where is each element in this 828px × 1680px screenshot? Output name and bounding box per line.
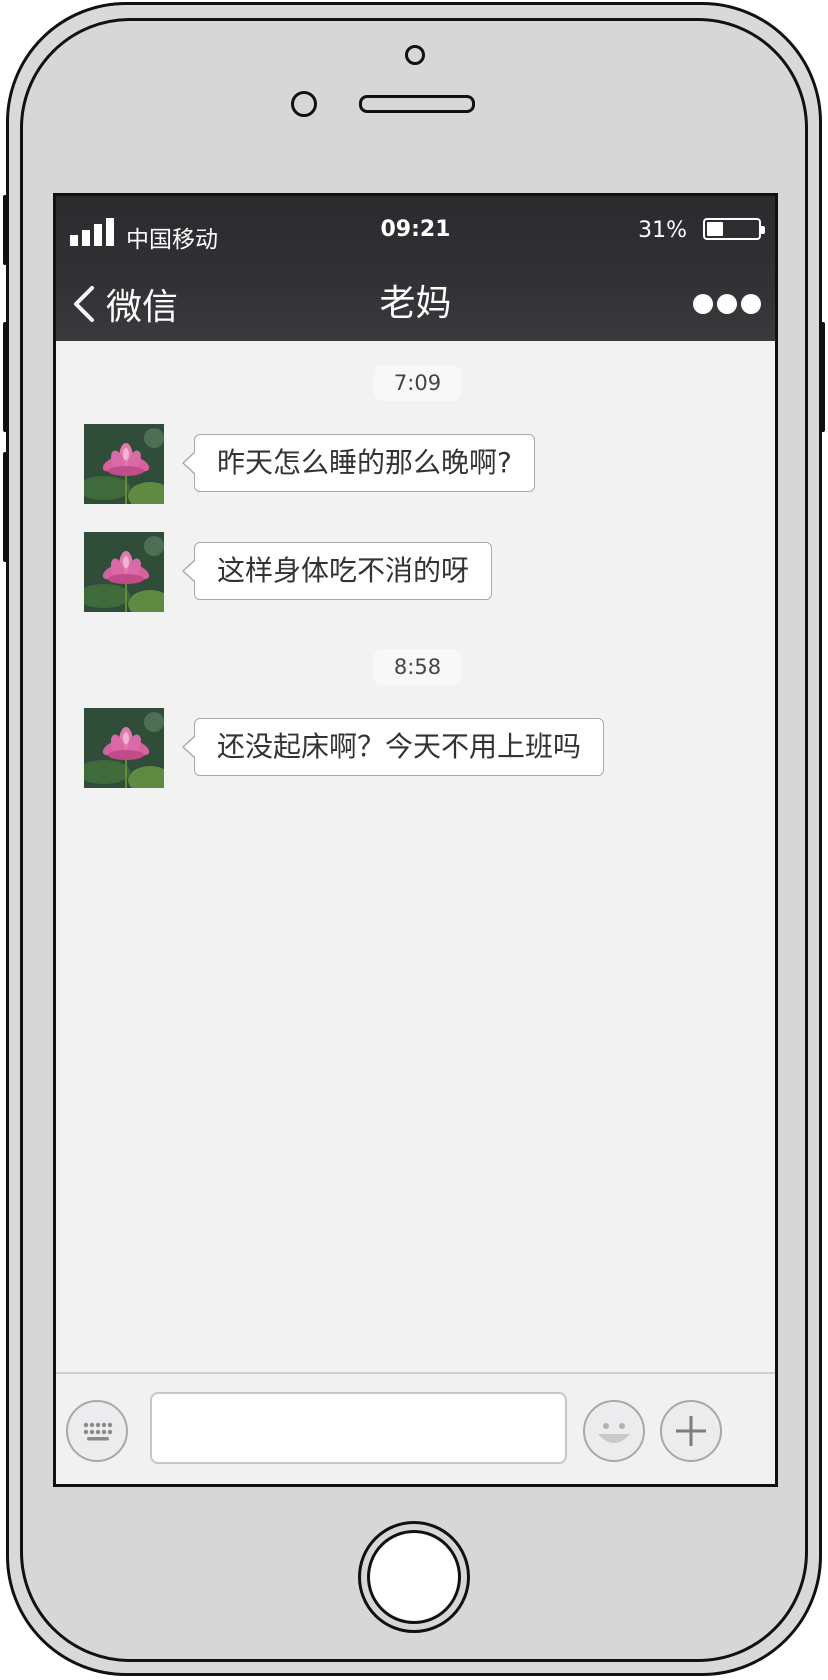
lotus-avatar-icon [84, 532, 164, 612]
volume-up-button [3, 322, 9, 432]
keyboard-toggle-button[interactable] [66, 1400, 128, 1462]
volume-down-button [3, 452, 9, 562]
proximity-sensor [291, 91, 317, 117]
battery-percent: 31% [638, 218, 687, 243]
message-timestamp: 7:09 [374, 365, 461, 401]
more-dots-icon [693, 293, 713, 314]
message-bubble[interactable]: 昨天怎么睡的那么晚啊? [182, 434, 535, 492]
battery-level-fill [707, 222, 723, 236]
message-timestamp: 8:58 [374, 649, 461, 685]
plus-icon [676, 1416, 706, 1446]
chat-title: 老妈 [379, 283, 452, 324]
contact-avatar[interactable] [84, 708, 164, 788]
status-bar: 中国移动 09:21 31% [56, 196, 775, 266]
power-button [819, 322, 825, 432]
message-bubble[interactable]: 这样身体吃不消的呀 [181, 542, 493, 600]
lotus-avatar-icon [84, 424, 164, 504]
home-button[interactable] [358, 1521, 470, 1633]
phone-screen: 中国移动 09:21 31% 微信 老妈 7:09 昨天怎么睡的那么晚啊? 这样… [53, 193, 778, 1487]
nav-bar: 微信 老妈 [56, 266, 775, 341]
contact-avatar[interactable] [84, 532, 164, 612]
emoji-icon [598, 1423, 630, 1443]
mute-switch [3, 195, 9, 265]
more-functions-button[interactable] [660, 1400, 722, 1462]
message-bubble[interactable]: 还没起床啊？今天不用上班吗 [181, 718, 605, 776]
battery-icon [703, 218, 765, 240]
earpiece-speaker [359, 95, 475, 113]
more-options-button[interactable] [693, 266, 761, 341]
keyboard-icon [83, 1422, 113, 1441]
top-bar: 中国移动 09:21 31% 微信 老妈 [56, 196, 775, 341]
lotus-avatar-icon [84, 708, 164, 788]
emoji-button[interactable] [583, 1400, 645, 1462]
message-input[interactable] [150, 1392, 567, 1464]
chat-area[interactable]: 7:09 昨天怎么睡的那么晚啊? 这样身体吃不消的呀 8:58 还没起床啊？今天… [56, 341, 775, 1341]
input-bar [56, 1372, 775, 1484]
front-camera [405, 45, 425, 65]
contact-avatar[interactable] [84, 424, 164, 504]
